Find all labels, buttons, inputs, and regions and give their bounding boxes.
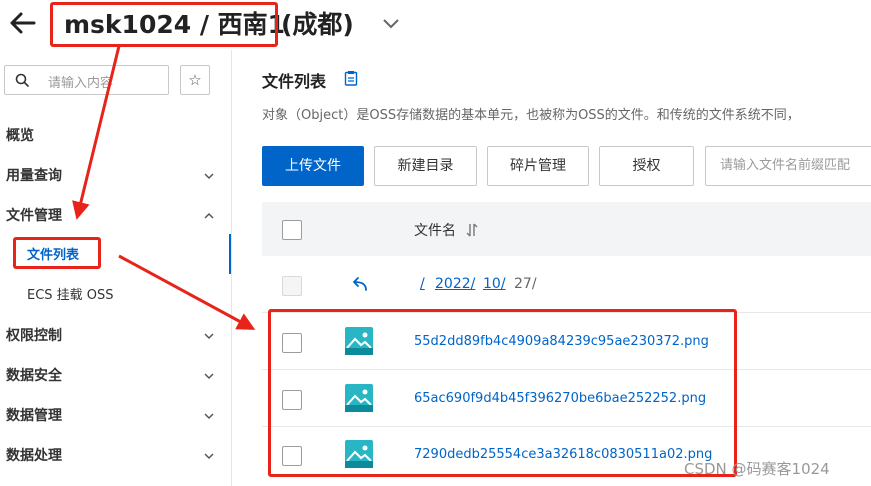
sidebar-item-label: 数据处理 (6, 448, 62, 464)
sidebar-item-label: ECS 挂载 OSS (27, 288, 114, 303)
document-icon[interactable] (344, 70, 358, 86)
sidebar-item-label: 数据安全 (6, 368, 62, 384)
page-description: 对象（Object）是OSS存储数据的基本单元，也被称为OSS的文件。和传统的文… (262, 108, 800, 123)
annotation-box-files (268, 309, 737, 477)
sidebar-item-overview[interactable]: 概览 (0, 121, 228, 151)
chevron-down-icon (204, 173, 214, 180)
annotation-box-bucket (50, 2, 278, 47)
sidebar-active-indicator (229, 234, 231, 274)
column-header-filename[interactable]: 文件名 (414, 220, 456, 240)
table-header (262, 202, 871, 256)
authorize-button[interactable]: 授权 (599, 146, 694, 186)
chevron-up-icon (204, 212, 214, 219)
sidebar-item-file-management[interactable]: 文件管理 (0, 201, 228, 231)
sidebar-item-label: 概览 (6, 128, 34, 144)
fragment-management-button[interactable]: 碎片管理 (487, 146, 589, 186)
page-title: 文件列表 (262, 72, 327, 91)
breadcrumb-27: 27/ (514, 276, 537, 292)
upload-file-button[interactable]: 上传文件 (262, 146, 364, 186)
breadcrumb-10[interactable]: 10/ (483, 276, 506, 292)
chevron-down-icon (204, 333, 214, 340)
breadcrumb-root[interactable]: / (420, 276, 425, 292)
search-placeholder: 请输入内容 (48, 76, 114, 91)
sort-icon[interactable] (465, 222, 479, 238)
watermark: CSDN @码赛客1024 (684, 460, 830, 478)
chevron-down-icon (204, 373, 214, 380)
return-up-icon[interactable] (350, 276, 368, 294)
breadcrumb-2022[interactable]: 2022/ (435, 276, 475, 292)
sidebar-item-usage[interactable]: 用量查询 (0, 161, 228, 191)
star-icon: ☆ (188, 71, 202, 89)
sidebar-item-data-security[interactable]: 数据安全 (0, 361, 228, 391)
sidebar-item-data-management[interactable]: 数据管理 (0, 401, 228, 431)
sidebar-item-label: 权限控制 (6, 328, 62, 344)
bucket-region: (成都) (281, 10, 354, 39)
sidebar-item-label: 用量查询 (6, 168, 62, 184)
new-directory-button[interactable]: 新建目录 (374, 146, 477, 186)
back-arrow-icon[interactable] (6, 6, 40, 40)
file-search-input[interactable]: 请输入文件名前缀匹配 (705, 146, 871, 186)
breadcrumb-row-checkbox (282, 276, 302, 296)
sidebar-item-access-control[interactable]: 权限控制 (0, 321, 228, 351)
annotation-box-file-list (13, 237, 101, 269)
chevron-down-icon[interactable] (380, 12, 402, 34)
sidebar-item-data-processing[interactable]: 数据处理 (0, 441, 228, 471)
chevron-down-icon (204, 413, 214, 420)
chevron-down-icon (204, 453, 214, 460)
sidebar-item-ecs-mount[interactable]: ECS 挂载 OSS (27, 281, 255, 311)
sidebar-item-label: 数据管理 (6, 408, 62, 424)
sidebar-search-input[interactable]: 请输入内容 (4, 65, 169, 95)
sidebar-item-label: 文件管理 (6, 208, 62, 224)
select-all-checkbox[interactable] (282, 220, 302, 240)
favorite-star-button[interactable]: ☆ (180, 65, 210, 95)
search-icon (15, 73, 30, 88)
